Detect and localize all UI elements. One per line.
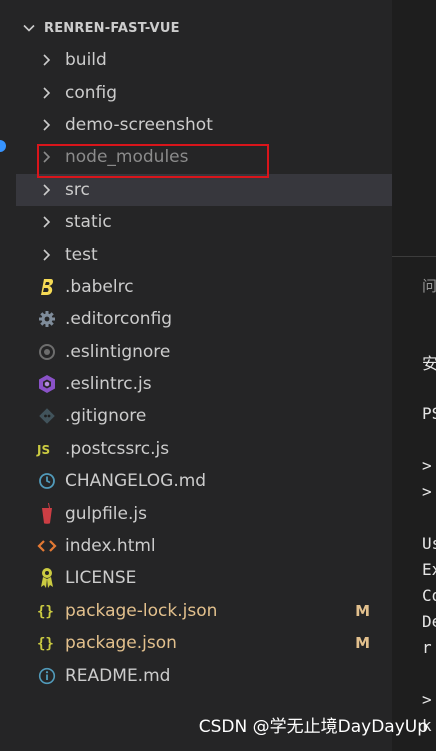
panel-tab-problems[interactable]: 问: [422, 275, 436, 296]
terminal-line: >: [422, 456, 432, 475]
tree-item-label: CHANGELOG.md: [65, 471, 207, 492]
chevron-right-icon: [36, 179, 58, 201]
tree-item-changelog[interactable]: CHANGELOG.md: [16, 465, 392, 497]
chevron-right-icon: [36, 114, 58, 136]
tree-item-label: LICENSE: [65, 568, 137, 589]
terminal-line: >: [422, 690, 432, 709]
notification-dot: [0, 140, 6, 152]
tree-item-label: .postcssrc.js: [65, 438, 170, 459]
tree-item-label: package-lock.json: [65, 600, 218, 621]
tree-item-label: .gitignore: [65, 406, 147, 427]
terminal-line: PS: [422, 404, 436, 423]
html-icon: [36, 535, 58, 557]
tree-item-config[interactable]: config: [16, 76, 392, 108]
js-icon: JS: [36, 438, 58, 460]
tree-item-gitignore[interactable]: .gitignore: [16, 400, 392, 432]
tree-item-postcssrc[interactable]: JS .postcssrc.js: [16, 433, 392, 465]
terminal-line: Us: [422, 534, 436, 553]
terminal-panel: 问 安 PS > > Us Ex Co De r > k: [392, 0, 436, 751]
gulp-icon: [36, 502, 58, 525]
eslint-ignore-icon: [36, 341, 58, 363]
tree-item-label: .babelrc: [65, 276, 134, 297]
git-icon: [36, 405, 58, 427]
gear-icon: [36, 308, 58, 330]
tree-item-label: .eslintrc.js: [65, 374, 152, 395]
activity-bar: [0, 0, 16, 751]
tree-item-label: package.json: [65, 633, 177, 654]
tree-item-label: .eslintignore: [65, 341, 171, 362]
explorer-section-header[interactable]: RENREN-FAST-VUE: [16, 14, 392, 42]
tree-item-build[interactable]: build: [16, 44, 392, 76]
chevron-right-icon: [36, 49, 58, 71]
file-tree: build config demo-screenshot node_module…: [16, 44, 392, 692]
chevron-right-icon: [36, 244, 58, 266]
tree-item-label: config: [65, 82, 118, 103]
terminal-line: Ex: [422, 560, 436, 579]
chevron-right-icon: [36, 211, 58, 233]
chevron-right-icon: [36, 146, 58, 168]
csdn-watermark: CSDN @学无止境DayDayUp: [198, 717, 428, 737]
tree-item-eslintrc[interactable]: .eslintrc.js: [16, 368, 392, 400]
eslint-icon: [36, 373, 58, 395]
terminal-line: Co: [422, 586, 436, 605]
babel-icon: [36, 276, 58, 298]
tree-item-label: node_modules: [65, 147, 189, 168]
tree-item-test[interactable]: test: [16, 238, 392, 270]
tree-item-static[interactable]: static: [16, 206, 392, 238]
svg-text:{}: {}: [37, 604, 54, 620]
terminal-line: >: [422, 482, 432, 501]
tree-item-editorconfig[interactable]: .editorconfig: [16, 303, 392, 335]
chevron-down-icon: [18, 17, 40, 39]
terminal-line: r: [422, 638, 432, 657]
tree-item-label: .editorconfig: [65, 309, 173, 330]
tree-item-label: demo-screenshot: [65, 114, 213, 135]
json-icon: {}: [36, 600, 58, 622]
json-icon: {}: [36, 632, 58, 654]
tree-item-label: index.html: [65, 536, 156, 557]
tree-item-label: gulpfile.js: [65, 503, 147, 524]
git-modified-badge: M: [355, 601, 370, 620]
tree-item-label: static: [65, 212, 112, 233]
tree-item-eslintignore[interactable]: .eslintignore: [16, 336, 392, 368]
tree-item-readme[interactable]: README.md: [16, 659, 392, 691]
panel-tab-bar: 问: [392, 256, 436, 313]
tree-item-gulpfile[interactable]: gulpfile.js: [16, 497, 392, 529]
svg-text:{}: {}: [37, 636, 54, 652]
info-icon: [36, 665, 58, 687]
tree-item-package-json[interactable]: {} package.json M: [16, 627, 392, 659]
explorer-panel: RENREN-FAST-VUE build config demo-screen…: [16, 0, 392, 751]
tree-item-license[interactable]: LICENSE: [16, 562, 392, 594]
tree-item-label: build: [65, 50, 107, 71]
tree-item-label: test: [65, 244, 98, 265]
terminal-line: De: [422, 612, 436, 631]
terminal-line: 安: [422, 354, 436, 373]
license-icon: [36, 567, 58, 589]
chevron-right-icon: [36, 82, 58, 104]
tree-item-label: src: [65, 179, 90, 200]
tree-item-src[interactable]: src: [16, 173, 392, 206]
tree-item-package-lock[interactable]: {} package-lock.json M: [16, 595, 392, 627]
git-modified-badge: M: [355, 634, 370, 653]
project-title: RENREN-FAST-VUE: [44, 20, 180, 36]
tree-item-demo-screenshot[interactable]: demo-screenshot: [16, 109, 392, 141]
tree-item-index-html[interactable]: index.html: [16, 530, 392, 562]
tree-item-babelrc[interactable]: .babelrc: [16, 271, 392, 303]
tree-item-label: README.md: [65, 665, 171, 686]
clock-icon: [36, 470, 58, 492]
tree-item-node-modules[interactable]: node_modules: [16, 141, 392, 173]
svg-text:JS: JS: [36, 443, 50, 457]
